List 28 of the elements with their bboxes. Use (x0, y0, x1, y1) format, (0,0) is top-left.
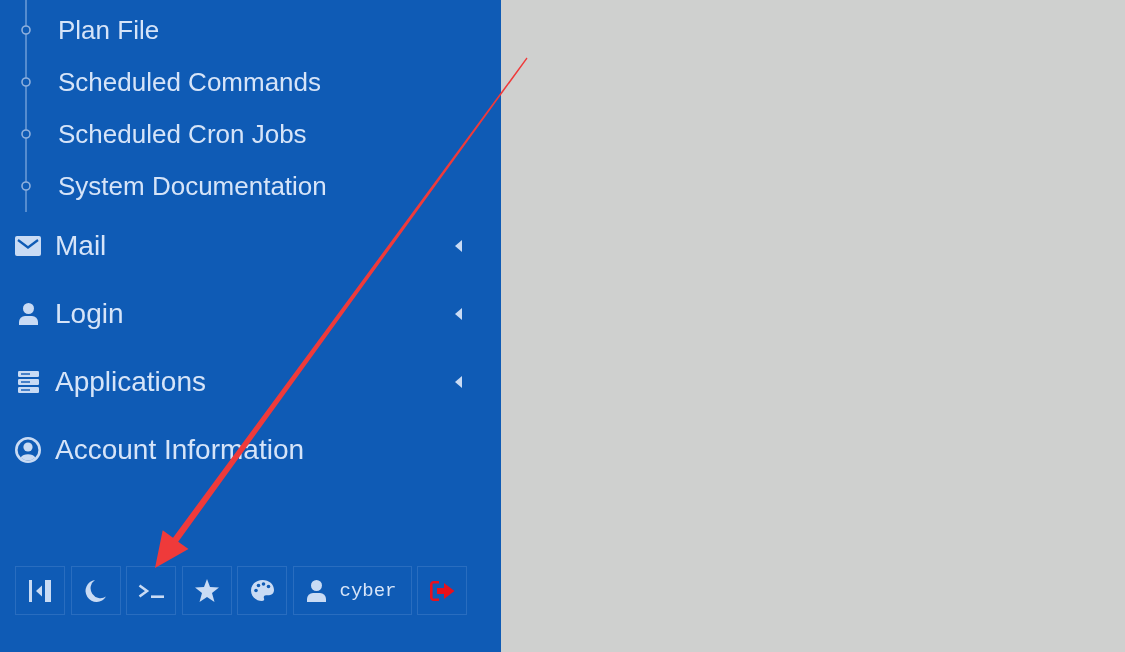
star-icon (194, 579, 219, 602)
server-icon (17, 371, 39, 393)
user-icon (18, 303, 38, 325)
theme-button[interactable] (70, 566, 121, 615)
user-circle-icon (15, 437, 41, 463)
favorites-button[interactable] (181, 566, 232, 615)
user-icon (307, 579, 327, 602)
menu-item[interactable]: Login (0, 280, 501, 348)
sidebar-collapse-icon (29, 579, 51, 602)
envelope-icon (15, 236, 41, 256)
moon-icon (85, 579, 106, 602)
submenu-link[interactable]: System Documentation (58, 170, 327, 202)
logout-icon (429, 580, 455, 601)
ring-icon (21, 77, 31, 87)
ring-icon (21, 25, 31, 35)
user-button[interactable]: cyber (292, 566, 412, 615)
menu-item[interactable]: Mail (0, 212, 501, 280)
palette-button[interactable] (237, 566, 287, 615)
ring-icon (21, 181, 31, 191)
submenu-link[interactable]: Plan File (58, 14, 160, 46)
sidebar-toggle-button[interactable] (15, 566, 65, 615)
terminal-button[interactable] (126, 566, 176, 615)
submenu-link[interactable]: Scheduled Cron Jobs (58, 118, 307, 150)
terminal-icon (138, 583, 164, 598)
palette-icon (250, 580, 274, 601)
menu-item[interactable]: Applications (0, 348, 501, 416)
ring-icon (21, 129, 31, 139)
submenu-link[interactable]: Scheduled Commands (58, 66, 322, 98)
